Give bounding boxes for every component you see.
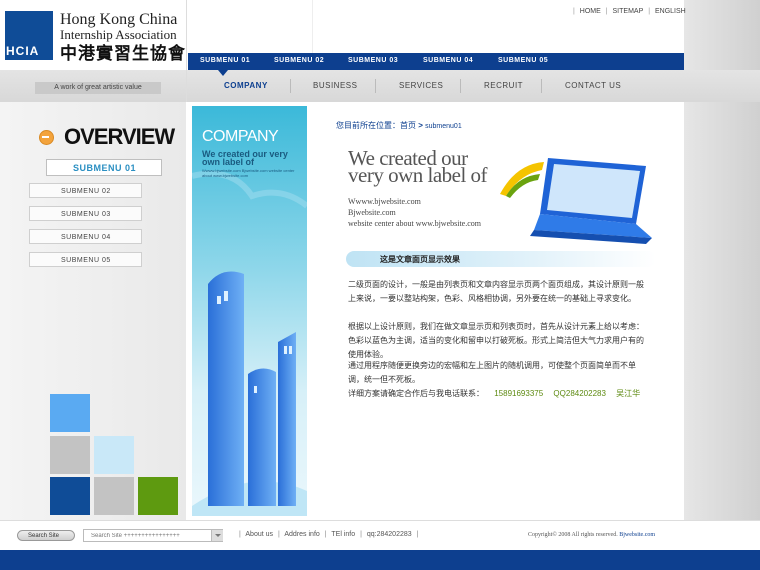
contact-label: 详细方案请确定合作后与我电话联系：: [348, 389, 484, 398]
breadcrumb-arrow-icon: >: [418, 121, 423, 130]
submenu-bar-item-05[interactable]: SUBMENU 05: [498, 57, 548, 64]
overview-bullet-icon: [39, 130, 54, 145]
header-divider: [186, 0, 187, 102]
submenu-bar-item-04[interactable]: SUBMENU 04: [423, 57, 473, 64]
top-link-sitemap[interactable]: SITEMAP: [610, 8, 647, 15]
breadcrumb-current: submenu01: [425, 123, 462, 130]
deco-square-gray: [50, 436, 90, 474]
footer-links: | About us | Addres info | TEl info | qq…: [236, 531, 421, 538]
deco-square-green: [138, 477, 178, 515]
footer-link-qq[interactable]: qq:284202283: [367, 531, 412, 538]
deco-square-lightblue: [94, 436, 134, 474]
hero-line-1: Wwww.bjwebsite.com: [348, 197, 421, 206]
contact-phone: 15891693375: [494, 389, 544, 398]
top-link-english[interactable]: ENGLISH: [652, 8, 689, 15]
contact-line: 详细方案请确定合作后与我电话联系： 15891693375 QQ28420228…: [348, 388, 640, 399]
main-menu-divider: [460, 79, 461, 93]
sidebar-item-submenu-03[interactable]: SUBMENU 03: [29, 206, 142, 221]
banner-title: COMPANY: [202, 128, 279, 145]
hero-line-2: Bjwebsite.com: [348, 208, 396, 217]
banner-small-text: Wwww.bjwebsite.com Bjwebsite.com website…: [202, 168, 295, 178]
main-menu-contact[interactable]: CONTACT US: [565, 81, 621, 90]
tagline: A work of great artistic value: [35, 82, 161, 94]
footer-link-sep: |: [360, 531, 362, 538]
footer-link-sep: |: [416, 531, 419, 538]
submenu-pointer-icon: [218, 70, 228, 76]
hero-headline-line2: very own label of: [348, 163, 488, 187]
article-title: 这是文章面页显示效果: [380, 255, 460, 264]
deco-square-gray-2: [94, 477, 134, 515]
hero-line-3: website center about www.bjwebsite.com: [348, 219, 481, 228]
copyright-text: Copyright© 2008 All rights reserved.: [528, 532, 618, 538]
search-dropdown-icon[interactable]: [211, 530, 223, 541]
top-links: | HOME | SITEMAP | ENGLISH: [573, 8, 689, 15]
submenu-bar-item-03[interactable]: SUBMENU 03: [348, 57, 398, 64]
footer-link-sep: |: [277, 531, 280, 538]
main-menu-company[interactable]: COMPANY: [224, 81, 268, 90]
main-menu-recruit[interactable]: RECRUIT: [484, 81, 523, 90]
article-paragraph-3: 通过用程序随便更换旁边的宏幅和左上图片的随机调用，可使整个页面简单而不单调，统一…: [348, 361, 636, 384]
header-divider-2: [312, 0, 313, 53]
footer-link-sep: |: [239, 531, 241, 538]
footer-bar: [0, 550, 760, 570]
top-link-sep: |: [605, 8, 608, 15]
hero-text: Wwww.bjwebsite.com Bjwebsite.com website…: [348, 196, 481, 229]
laptop-illustration: [500, 158, 652, 244]
search-input[interactable]: [83, 529, 223, 542]
main-menu-services[interactable]: SERVICES: [399, 81, 443, 90]
logo-name-cn: 中港實習生協會: [60, 44, 186, 64]
search-site-button[interactable]: Search Site: [17, 530, 75, 541]
breadcrumb-label[interactable]: 您目前所在位置：首页: [336, 121, 416, 130]
copyright: Copyright© 2008 All rights reserved. Bjw…: [528, 532, 655, 538]
hero-headline: We created our very own label of: [348, 148, 488, 187]
sidebar-item-submenu-01[interactable]: SUBMENU 01: [46, 159, 162, 176]
contact-name: 吴江华: [616, 389, 641, 398]
top-link-sep: |: [573, 8, 575, 15]
deco-square-blue: [50, 394, 90, 432]
footer-link-tel[interactable]: TEl info: [331, 531, 355, 538]
submenu-bar-item-02[interactable]: SUBMENU 02: [274, 57, 324, 64]
submenu-bar: SUBMENU 01 SUBMENU 02 SUBMENU 03 SUBMENU…: [188, 53, 684, 70]
top-link-sep: |: [648, 8, 651, 15]
footer-link-address[interactable]: Addres info: [284, 531, 319, 538]
sidebar-title: OVERVIEW: [64, 124, 175, 149]
breadcrumb: 您目前所在位置：首页 > submenu01: [336, 120, 462, 131]
footer-link-sep: |: [324, 531, 327, 538]
top-link-home[interactable]: HOME: [577, 8, 604, 15]
main-menu-divider: [541, 79, 542, 93]
copyright-site-link[interactable]: Bjwebsite.com: [619, 532, 655, 538]
sidebar-item-submenu-04[interactable]: SUBMENU 04: [29, 229, 142, 244]
article-paragraph-2: 根据以上设计原则，我们在做文章显示页和列表页时，首先从设计元素上给以考虑：色彩以…: [348, 322, 644, 359]
main-menu-divider: [290, 79, 291, 93]
sidebar-item-submenu-02[interactable]: SUBMENU 02: [29, 183, 142, 198]
logo-abbr: HCIA: [6, 44, 40, 58]
footer-link-about[interactable]: About us: [245, 531, 273, 538]
article-paragraph-1: 二级页面的设计，一般是由列表页和文章内容显示页两个面页组成，其设计原则一般上来说…: [348, 280, 644, 303]
main-menu-divider: [375, 79, 376, 93]
sidebar-item-submenu-05[interactable]: SUBMENU 05: [29, 252, 142, 267]
main-menu-business[interactable]: BUSINESS: [313, 81, 357, 90]
deco-square-navy: [50, 477, 90, 515]
submenu-bar-item-01[interactable]: SUBMENU 01: [200, 57, 250, 64]
banner-subtitle: We created our very own label of: [202, 149, 288, 167]
contact-qq: QQ284202283: [553, 389, 606, 398]
